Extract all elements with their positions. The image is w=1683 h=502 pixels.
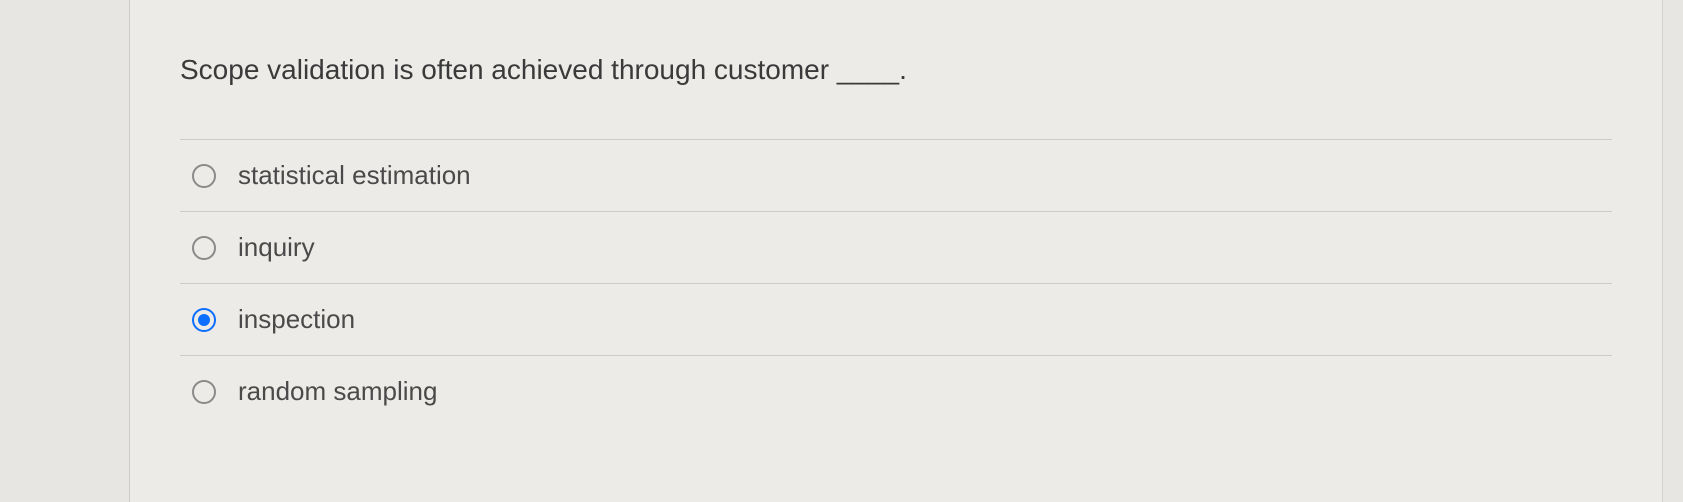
- option-row-inspection[interactable]: inspection: [180, 284, 1612, 356]
- option-row-random-sampling[interactable]: random sampling: [180, 356, 1612, 427]
- radio-icon: [192, 164, 216, 188]
- option-row-inquiry[interactable]: inquiry: [180, 212, 1612, 284]
- options-container: statistical estimation inquiry inspectio…: [180, 139, 1612, 427]
- radio-icon: [192, 236, 216, 260]
- option-label: statistical estimation: [238, 160, 471, 191]
- option-label: random sampling: [238, 376, 437, 407]
- option-row-statistical-estimation[interactable]: statistical estimation: [180, 140, 1612, 212]
- option-label: inquiry: [238, 232, 315, 263]
- left-margin: [0, 0, 130, 502]
- right-margin: [1663, 0, 1683, 502]
- question-panel: Scope validation is often achieved throu…: [130, 0, 1663, 502]
- radio-icon: [192, 380, 216, 404]
- radio-icon-selected: [192, 308, 216, 332]
- option-label: inspection: [238, 304, 355, 335]
- question-text: Scope validation is often achieved throu…: [180, 50, 1612, 89]
